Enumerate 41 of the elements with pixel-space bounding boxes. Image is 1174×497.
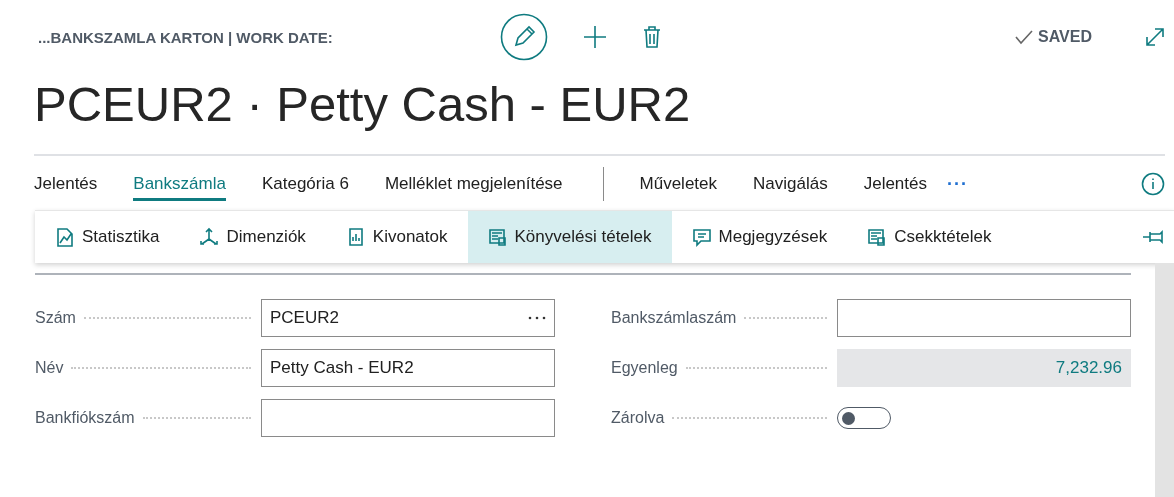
- action-button[interactable]: Csekktételek: [847, 211, 1012, 263]
- ledger-icon: [867, 227, 888, 247]
- menu-item[interactable]: Műveletek: [639, 167, 718, 201]
- expand-icon[interactable]: [1144, 26, 1166, 48]
- ellipsis-icon[interactable]: [528, 316, 546, 320]
- field-label: Bankfiókszám: [35, 409, 135, 427]
- arrows-icon: [199, 227, 220, 247]
- field-label: Egyenleg: [611, 359, 678, 377]
- check-icon: [1014, 29, 1035, 45]
- info-icon[interactable]: [1141, 172, 1165, 196]
- input-field[interactable]: Petty Cash - EUR2: [261, 349, 555, 387]
- tab[interactable]: Bankszámla: [133, 167, 226, 201]
- field-label: Zárolva: [611, 409, 665, 427]
- page-title: PCEUR2 · Petty Cash - EUR2: [33, 76, 692, 133]
- chart-icon: [55, 227, 75, 247]
- menu-item[interactable]: Jelentés: [863, 167, 927, 201]
- action-button[interactable]: Kivonatok: [325, 211, 468, 263]
- input-field[interactable]: PCEUR2: [261, 299, 555, 337]
- saved-status: SAVED: [1038, 28, 1092, 46]
- field-label: Szám: [35, 309, 76, 327]
- scrollbar[interactable]: [1155, 263, 1174, 497]
- value-field: 7,232.96: [837, 349, 1131, 387]
- action-button[interactable]: Dimenziók: [179, 211, 326, 263]
- tab[interactable]: Melléklet megjelenítése: [384, 167, 563, 201]
- add-button[interactable]: [582, 24, 608, 50]
- tab[interactable]: Jelentés: [34, 167, 98, 201]
- field-label: Név: [35, 359, 64, 377]
- breadcrumb: ...BANKSZAMLA KARTON | WORK DATE:: [38, 28, 334, 46]
- field-label: Bankszámlaszám: [611, 309, 737, 327]
- menu-item[interactable]: Navigálás: [753, 167, 828, 201]
- comment-icon: [691, 227, 712, 247]
- action-button[interactable]: Könyvelési tételek: [467, 211, 672, 263]
- ledger-icon: [487, 227, 508, 247]
- input-field[interactable]: [837, 299, 1131, 337]
- input-field[interactable]: [261, 399, 555, 437]
- more-button[interactable]: ···: [947, 173, 968, 195]
- action-button[interactable]: Statisztika: [35, 211, 180, 263]
- action-button[interactable]: Megjegyzések: [671, 211, 848, 263]
- edit-button[interactable]: [500, 13, 548, 61]
- delete-button[interactable]: [642, 25, 662, 49]
- tab[interactable]: Kategória 6: [261, 167, 349, 201]
